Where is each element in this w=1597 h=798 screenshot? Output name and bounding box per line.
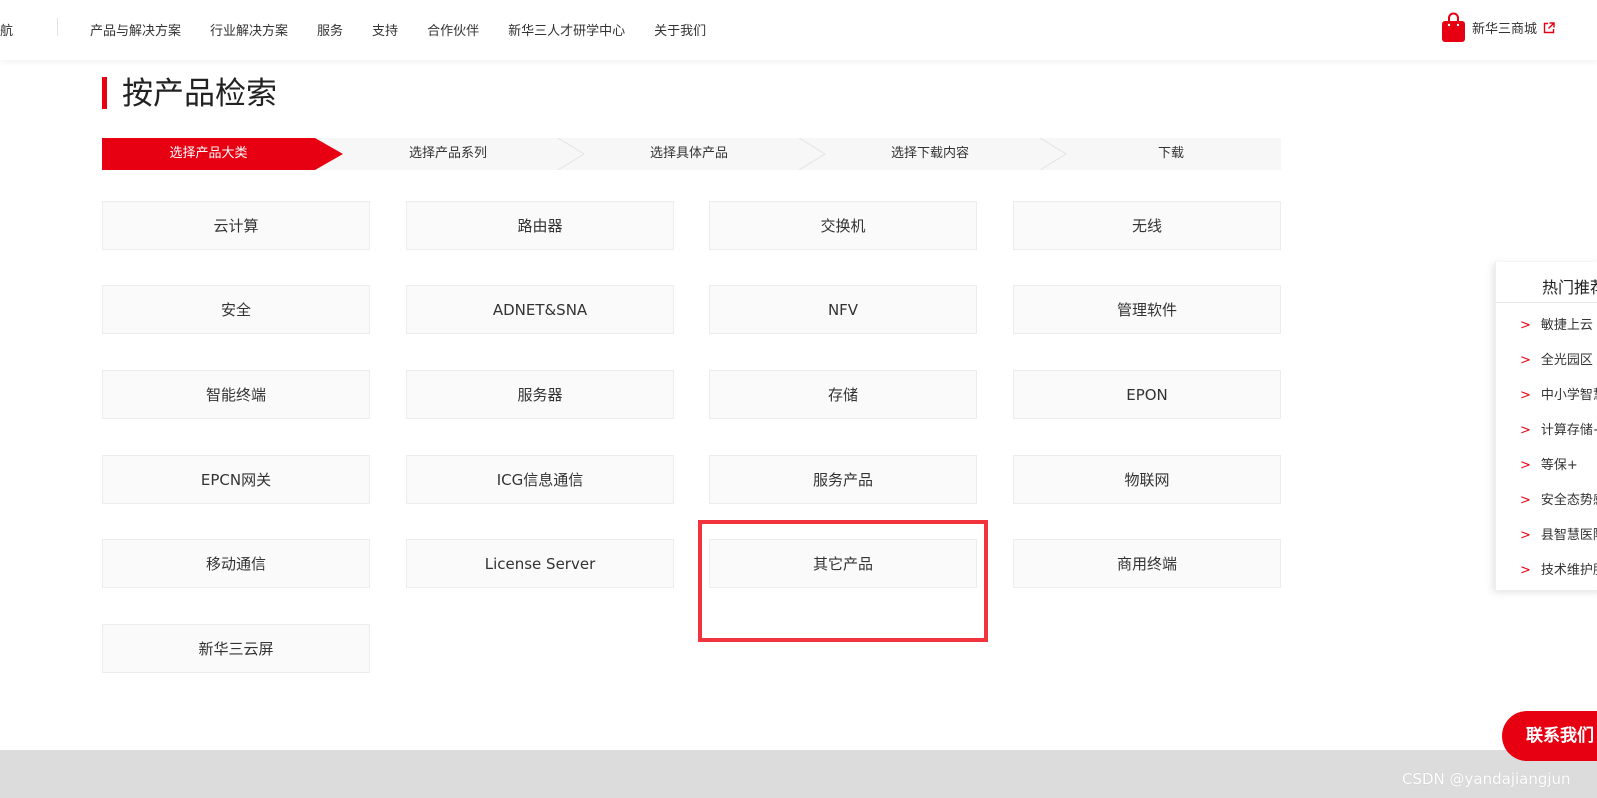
category-switch[interactable]: 交换机 (709, 201, 977, 250)
category-cloud-screen[interactable]: 新华三云屏 (102, 624, 370, 673)
category-cloud-computing[interactable]: 云计算 (102, 201, 370, 250)
side-panel-title: 热门推荐 (1542, 278, 1597, 297)
category-router[interactable]: 路由器 (406, 201, 674, 250)
side-panel-divider (1496, 302, 1597, 303)
chevron-right-icon: > (1520, 353, 1531, 368)
nav-divider (57, 18, 58, 36)
category-license-server[interactable]: License Server (406, 539, 674, 588)
side-item-compute-storage[interactable]: > 计算存储+ (1520, 419, 1597, 438)
chevron-right-icon: > (1520, 388, 1531, 403)
side-item-label: 敏捷上云 (1540, 318, 1593, 333)
nav-item-talent-center[interactable]: 新华三人才研学中心 (508, 20, 625, 39)
chevron-right-icon: > (1520, 528, 1531, 543)
side-item-label: 计算存储+ (1540, 423, 1597, 438)
csdn-watermark: CSDN @yandajiangjun (1402, 770, 1571, 788)
category-commercial-terminal[interactable]: 商用终端 (1013, 539, 1281, 588)
nav-menu: 产品与解决方案 行业解决方案 服务 支持 合作伙伴 新华三人才研学中心 关于我们 (90, 20, 706, 39)
mall-link[interactable]: 新华三商城 (1441, 12, 1555, 43)
side-item-label: 安全态势感知 (1540, 493, 1597, 508)
category-security[interactable]: 安全 (102, 285, 370, 334)
step-separator-4 (1039, 138, 1067, 170)
side-item-agile-cloud[interactable]: > 敏捷上云 (1520, 314, 1593, 333)
side-item-tech-maintenance[interactable]: > 技术维护服务 (1520, 559, 1597, 578)
side-item-school[interactable]: > 中小学智慧 (1520, 384, 1597, 403)
step-select-content[interactable]: 选择下载内容 (825, 138, 1035, 170)
page: 导航 产品与解决方案 行业解决方案 服务 支持 合作伙伴 新华三人才研学中心 关… (0, 0, 1597, 798)
nav-item-industry-solutions[interactable]: 行业解决方案 (210, 20, 288, 39)
chevron-right-icon: > (1520, 318, 1531, 333)
side-item-label: 等保+ (1540, 458, 1578, 473)
shopping-bag-icon (1442, 12, 1465, 42)
title-accent-bar (102, 77, 107, 109)
step-select-series[interactable]: 选择产品系列 (343, 138, 553, 170)
category-nfv[interactable]: NFV (709, 285, 977, 334)
step-separator-3 (798, 138, 826, 170)
category-service-products[interactable]: 服务产品 (709, 455, 977, 504)
side-item-all-optical[interactable]: > 全光园区 (1520, 349, 1593, 368)
side-item-label: 中小学智慧 (1540, 388, 1597, 403)
chevron-right-icon: > (1520, 493, 1531, 508)
mall-label: 新华三商城 (1472, 22, 1538, 37)
category-epcn-gateway[interactable]: EPCN网关 (102, 455, 370, 504)
category-other-products[interactable]: 其它产品 (709, 539, 977, 588)
side-item-label: 技术维护服务 (1540, 563, 1597, 578)
nav-item-services[interactable]: 服务 (317, 20, 343, 39)
category-iot[interactable]: 物联网 (1013, 455, 1281, 504)
step-separator-2 (557, 138, 585, 170)
category-icg[interactable]: ICG信息通信 (406, 455, 674, 504)
side-item-county-hospital[interactable]: > 县智慧医院 (1520, 524, 1597, 543)
side-item-label: 县智慧医院 (1540, 528, 1597, 543)
nav-item-support[interactable]: 支持 (372, 20, 398, 39)
category-server[interactable]: 服务器 (406, 370, 674, 419)
category-mobile-comm[interactable]: 移动通信 (102, 539, 370, 588)
nav-item-about-us[interactable]: 关于我们 (654, 20, 706, 39)
nav-item-partners[interactable]: 合作伙伴 (427, 20, 479, 39)
nav-item-products-solutions[interactable]: 产品与解决方案 (90, 20, 181, 39)
category-wireless[interactable]: 无线 (1013, 201, 1281, 250)
hot-recommend-panel: 热门推荐 > 敏捷上云 > 全光园区 > 中小学智慧 > 计算存储+ > 等保+ > 安全态… (1495, 262, 1597, 590)
side-item-security-situation[interactable]: > 安全态势感知 (1520, 489, 1597, 508)
category-adnet-sna[interactable]: ADNET&SNA (406, 285, 674, 334)
side-item-classified-protection[interactable]: > 等保+ (1520, 454, 1578, 473)
category-management-software[interactable]: 管理软件 (1013, 285, 1281, 334)
chevron-right-icon: > (1520, 423, 1531, 438)
page-title: 按产品检索 (122, 76, 277, 112)
category-storage[interactable]: 存储 (709, 370, 977, 419)
step-download[interactable]: 下载 (1066, 138, 1276, 170)
external-link-icon (1543, 21, 1555, 33)
chevron-right-icon: > (1520, 563, 1531, 578)
nav-item-guide[interactable]: 导航 (0, 20, 13, 39)
category-epon[interactable]: EPON (1013, 370, 1281, 419)
chevron-right-icon: > (1520, 458, 1531, 473)
footer-bar (0, 750, 1597, 798)
contact-us-button[interactable]: 联系我们 (1502, 711, 1597, 761)
step-progress-bar: 选择产品大类 选择产品系列 选择具体产品 选择下载内容 下载 (102, 138, 1281, 170)
step-select-category[interactable]: 选择产品大类 (102, 138, 315, 170)
step-select-product[interactable]: 选择具体产品 (584, 138, 794, 170)
top-navigation: 导航 产品与解决方案 行业解决方案 服务 支持 合作伙伴 新华三人才研学中心 关… (0, 0, 1597, 60)
category-smart-terminal[interactable]: 智能终端 (102, 370, 370, 419)
side-item-label: 全光园区 (1540, 353, 1593, 368)
